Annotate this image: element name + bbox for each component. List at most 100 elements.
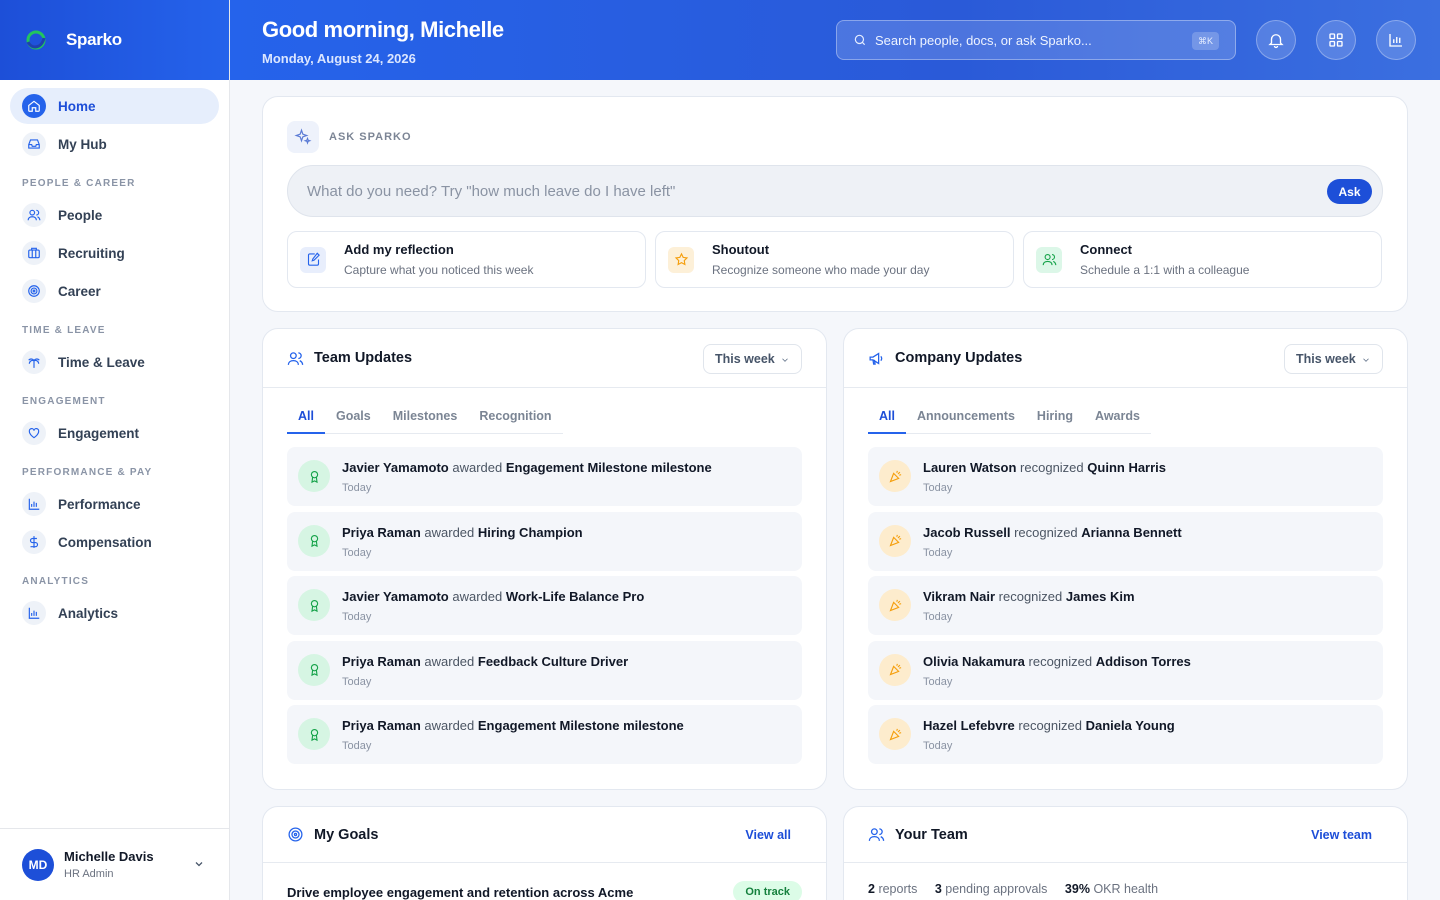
shoutout-action[interactable]: Shoutout Recognize someone who made your… (655, 231, 1014, 288)
tab-hiring[interactable]: Hiring (1026, 409, 1084, 434)
sidebar-item-analytics[interactable]: Analytics (10, 595, 219, 631)
view-team-link[interactable]: View team (1311, 828, 1372, 842)
add-reflection-action[interactable]: Add my reflection Capture what you notic… (287, 231, 646, 288)
team-range-select[interactable]: This week (703, 344, 802, 374)
heart-icon (22, 421, 46, 445)
award-icon (298, 653, 330, 686)
update-time: Today (342, 546, 372, 559)
company-updates-tabs: All Announcements Hiring Awards (868, 409, 1151, 434)
view-all-goals-link[interactable]: View all (745, 828, 791, 842)
tab-announcements[interactable]: Announcements (906, 409, 1026, 434)
sparkles-icon (287, 121, 319, 153)
update-text: Hazel Lefebvre recognized Daniela Young (923, 718, 1175, 733)
my-goals-card: My Goals View all Drive employee engagem… (262, 806, 827, 900)
update-text: Javier Yamamoto awarded Engagement Miles… (342, 460, 712, 475)
list-item[interactable]: Vikram Nair recognized James Kim Today (868, 576, 1383, 635)
list-item[interactable]: Javier Yamamoto awarded Engagement Miles… (287, 447, 802, 506)
sidebar-item-engagement[interactable]: Engagement (10, 415, 219, 451)
tab-goals[interactable]: Goals (325, 409, 382, 434)
brand-name: Sparko (66, 30, 122, 49)
update-time: Today (342, 482, 372, 494)
tab-recognition[interactable]: Recognition (468, 409, 562, 434)
company-updates-title: Company Updates (895, 350, 1023, 366)
update-text: Javier Yamamoto awarded Work-Life Balanc… (342, 589, 645, 604)
award-icon (298, 589, 330, 621)
avatar: MD (22, 848, 54, 881)
tab-awards[interactable]: Awards (1084, 409, 1151, 434)
goal-title[interactable]: Drive employee engagement and retention … (287, 885, 633, 900)
quick-action-subtitle: Capture what you noticed this week (344, 263, 534, 277)
your-team-card: Your Team View team 2 reports 3 pending … (843, 806, 1408, 900)
search-input[interactable]: Search people, docs, or ask Sparko... ⌘K (836, 20, 1236, 60)
quick-action-title: Connect (1080, 242, 1132, 257)
ask-input[interactable]: What do you need? Try "how much leave do… (287, 165, 1383, 217)
list-item[interactable]: Priya Raman awarded Engagement Milestone… (287, 705, 802, 764)
team-updates-feed: Javier Yamamoto awarded Engagement Miles… (287, 447, 802, 770)
list-item[interactable]: Priya Raman awarded Feedback Culture Dri… (287, 640, 802, 700)
reports-button[interactable] (1376, 20, 1416, 60)
sidebar-item-label: Home (58, 98, 96, 114)
connect-action[interactable]: Connect Schedule a 1:1 with a colleague (1023, 231, 1382, 288)
sidebar-item-my-hub[interactable]: My Hub (10, 126, 219, 162)
user-name: Michelle Davis (64, 849, 154, 864)
team-updates-tabs: All Goals Milestones Recognition (287, 409, 563, 434)
users-icon (868, 828, 885, 841)
search-placeholder: Search people, docs, or ask Sparko... (875, 32, 1092, 48)
sidebar-item-compensation[interactable]: Compensation (10, 524, 219, 560)
sidebar-item-performance[interactable]: Performance (10, 486, 219, 522)
apps-button[interactable] (1316, 20, 1356, 60)
sidebar-section-time-leave: TIME & LEAVE (22, 325, 106, 336)
analytics-icon (22, 601, 46, 625)
party-popper-icon (879, 589, 911, 621)
home-icon (22, 94, 46, 118)
notifications-button[interactable] (1256, 20, 1296, 60)
list-item[interactable]: Jacob Russell recognized Arianna Bennett… (868, 511, 1383, 571)
award-icon (298, 718, 330, 750)
company-range-select[interactable]: This week (1284, 344, 1383, 374)
user-menu[interactable]: MD Michelle Davis HR Admin (0, 828, 229, 900)
quick-action-subtitle: Schedule a 1:1 with a colleague (1080, 263, 1250, 277)
chevron-down-icon[interactable] (193, 858, 205, 870)
tab-all[interactable]: All (868, 409, 906, 434)
quick-action-title: Add my reflection (344, 242, 454, 257)
briefcase-icon (22, 241, 46, 265)
list-item[interactable]: Priya Raman awarded Hiring Champion Toda… (287, 511, 802, 571)
tab-milestones[interactable]: Milestones (382, 409, 469, 434)
update-time: Today (923, 482, 953, 494)
team-updates-header: Team Updates This week (263, 329, 826, 388)
company-updates-header: Company Updates This week (844, 329, 1407, 388)
sidebar-item-time-leave[interactable]: Time & Leave (10, 344, 219, 380)
list-item[interactable]: Javier Yamamoto awarded Work-Life Balanc… (287, 576, 802, 635)
users-icon (22, 203, 46, 227)
sidebar-item-people[interactable]: People (10, 197, 219, 233)
party-popper-icon (879, 524, 911, 557)
tab-all[interactable]: All (287, 409, 325, 434)
sidebar-item-recruiting[interactable]: Recruiting (10, 235, 219, 271)
sidebar-item-label: Engagement (58, 425, 140, 441)
team-stats: 2 reports 3 pending approvals 39% OKR he… (868, 882, 1172, 896)
users-icon (287, 351, 304, 365)
target-icon (288, 827, 303, 842)
ask-placeholder: What do you need? Try "how much leave do… (307, 182, 676, 200)
bar-chart-icon (1389, 34, 1402, 47)
quick-action-title: Shoutout (712, 242, 770, 257)
sidebar-item-label: Time & Leave (58, 354, 145, 370)
update-text: Olivia Nakamura recognized Addison Torre… (923, 653, 1191, 669)
update-time: Today (923, 546, 953, 559)
sidebar-item-label: Compensation (58, 534, 152, 550)
sidebar-section-people-career: PEOPLE & CAREER (22, 178, 136, 189)
update-time: Today (342, 675, 372, 688)
update-time: Today (342, 740, 372, 752)
reports-stat: 2 reports (868, 882, 918, 896)
update-text: Priya Raman awarded Engagement Milestone… (342, 718, 684, 733)
greeting-title: Good morning, Michelle (262, 17, 504, 42)
sidebar-item-career[interactable]: Career (10, 273, 219, 309)
ask-button[interactable]: Ask (1327, 179, 1372, 204)
list-item[interactable]: Lauren Watson recognized Quinn Harris To… (868, 447, 1383, 506)
sidebar-item-home[interactable]: Home (10, 88, 219, 124)
sidebar-item-label: Recruiting (58, 245, 125, 261)
your-team-title: Your Team (895, 826, 968, 843)
list-item[interactable]: Olivia Nakamura recognized Addison Torre… (868, 640, 1383, 700)
list-item[interactable]: Hazel Lefebvre recognized Daniela Young … (868, 705, 1383, 764)
edit-note-icon (300, 246, 326, 273)
